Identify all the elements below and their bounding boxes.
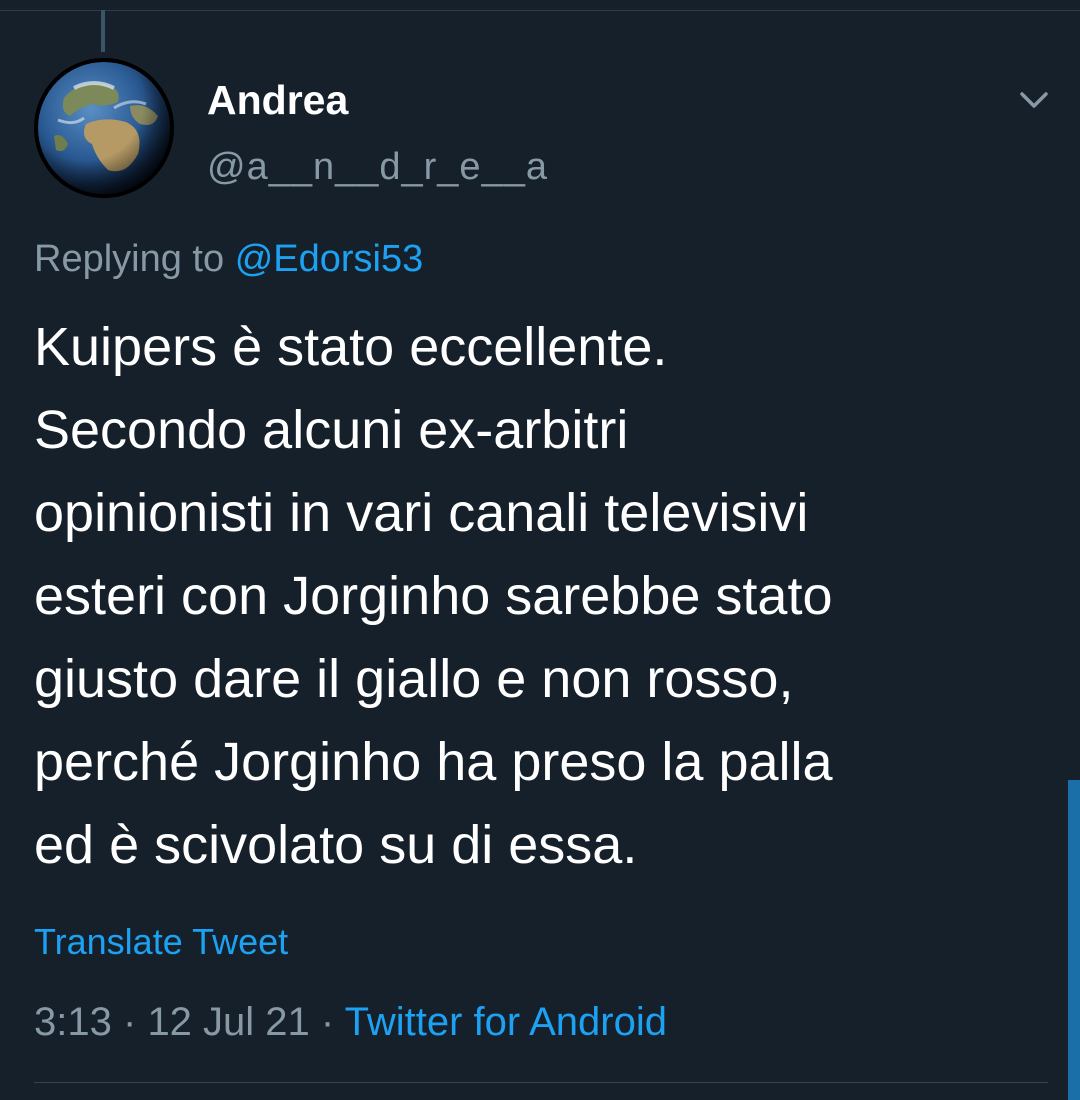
tweet-text-line: giusto dare il giallo e non rosso, <box>34 649 794 709</box>
tweet-text-line: perché Jorginho ha preso la palla <box>34 732 833 792</box>
tweet-text-line: opinionisti in vari canali televisivi <box>34 483 809 543</box>
translate-tweet-link[interactable]: Translate Tweet <box>34 918 288 966</box>
tweet-text-line: Secondo alcuni ex-arbitri <box>34 400 629 460</box>
tweet-text: Kuipers è stato eccellente. Secondo alcu… <box>34 306 1044 887</box>
author-handle[interactable]: @a__n__d_r_e__a <box>207 144 548 190</box>
scrollbar[interactable] <box>1068 780 1080 1100</box>
tweet-text-line: Kuipers è stato eccellente. <box>34 317 668 377</box>
author-name[interactable]: Andrea <box>207 76 348 124</box>
chevron-down-icon[interactable] <box>1016 82 1052 118</box>
tweet-text-line: ed è scivolato su di essa. <box>34 815 638 875</box>
tweet-time: 3:13 <box>34 1000 112 1044</box>
tweet-date: 12 Jul 21 <box>147 1000 310 1044</box>
meta-separator: · <box>320 1000 335 1044</box>
replying-to: Replying to @Edorsi53 <box>34 234 423 284</box>
thread-connector-line <box>101 10 105 52</box>
replying-mention-link[interactable]: @Edorsi53 <box>235 238 424 280</box>
tweet-source-link[interactable]: Twitter for Android <box>345 1000 667 1044</box>
bottom-divider <box>34 1082 1048 1083</box>
tweet-text-line: esteri con Jorginho sarebbe stato <box>34 566 833 626</box>
tweet-meta: 3:13 · 12 Jul 21 · Twitter for Android <box>34 996 667 1048</box>
top-divider <box>0 10 1080 11</box>
avatar[interactable] <box>34 58 174 198</box>
meta-separator: · <box>122 1000 137 1044</box>
replying-prefix: Replying to <box>34 238 225 280</box>
earth-globe-icon <box>34 58 174 198</box>
